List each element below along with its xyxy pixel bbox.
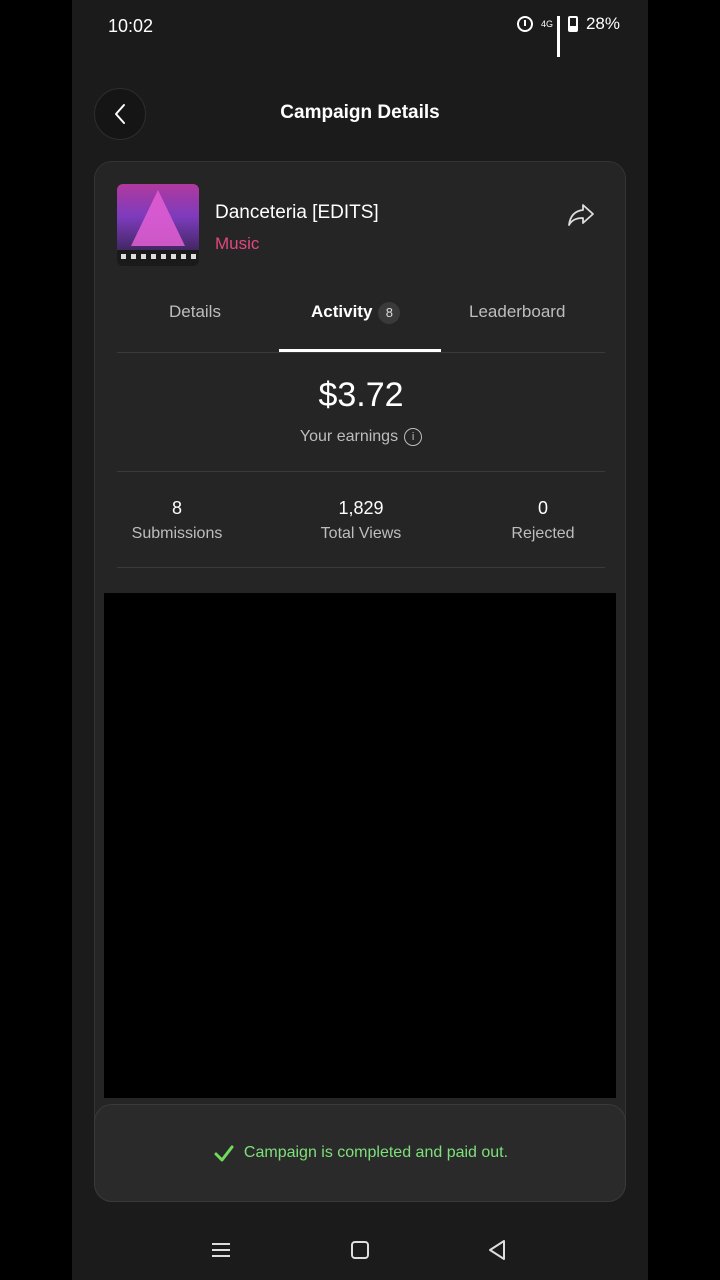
activity-count-badge: 8 — [378, 302, 401, 324]
notice-text: Campaign is completed and paid out. — [243, 1144, 509, 1162]
system-nav-bar — [72, 1222, 648, 1280]
stat-value: 0 — [537, 498, 548, 518]
stat-value: 8 — [171, 498, 182, 518]
stat-submissions: 8 Submissions — [97, 498, 257, 543]
campaign-cover-image — [117, 184, 199, 266]
divider — [117, 567, 605, 568]
menu-icon[interactable] — [209, 1238, 233, 1262]
share-arrow-icon[interactable] — [567, 202, 595, 228]
stat-value: 1,829 — [338, 498, 384, 518]
earnings-amount: $3.72 — [318, 376, 404, 414]
phone-screen: 10:02 4G 28% Campaign Details Danceteria… — [72, 0, 648, 1280]
info-icon[interactable]: i — [404, 428, 423, 446]
stat-label: Rejected — [511, 525, 575, 542]
status-time: 10:02 — [108, 16, 154, 36]
square-icon[interactable] — [348, 1238, 372, 1262]
tab-details[interactable]: Details — [169, 302, 221, 322]
completion-notice: Campaign is completed and paid out. — [94, 1104, 626, 1202]
stat-rejected: 0 Rejected — [463, 498, 623, 543]
stat-label: Total Views — [320, 525, 402, 542]
alarm-icon — [516, 16, 533, 32]
network-type: 4G — [540, 18, 553, 29]
divider — [117, 471, 605, 472]
notice-row: Campaign is completed and paid out. — [95, 1143, 627, 1163]
page-title: Campaign Details — [280, 102, 440, 123]
tab-label: Activity — [311, 302, 373, 321]
earnings-label: Your earnings — [299, 428, 399, 446]
battery-percent: 28% — [585, 14, 620, 33]
active-tab-indicator — [279, 349, 441, 352]
campaign-category: Music — [215, 234, 260, 253]
status-icons: 4G 28% — [516, 14, 620, 57]
tab-activity[interactable]: Activity 8 — [311, 302, 401, 324]
tab-label: Leaderboard — [469, 302, 566, 321]
earnings-label-row: Your earnings i — [95, 428, 625, 446]
campaign-title: Danceteria [EDITS] — [215, 202, 379, 223]
signal-icon — [556, 16, 560, 57]
tab-bar: Details Activity 8 Leaderboard — [117, 290, 605, 353]
stat-total-views: 1,829 Total Views — [281, 498, 441, 543]
redacted-area — [104, 593, 616, 1098]
triangle-back-icon[interactable] — [485, 1238, 509, 1262]
stat-label: Submissions — [131, 525, 223, 542]
tab-label: Details — [169, 302, 221, 321]
battery-icon — [567, 16, 578, 32]
check-icon — [214, 1145, 234, 1162]
status-bar: 10:02 4G 28% — [72, 0, 648, 57]
tab-leaderboard[interactable]: Leaderboard — [469, 302, 565, 322]
